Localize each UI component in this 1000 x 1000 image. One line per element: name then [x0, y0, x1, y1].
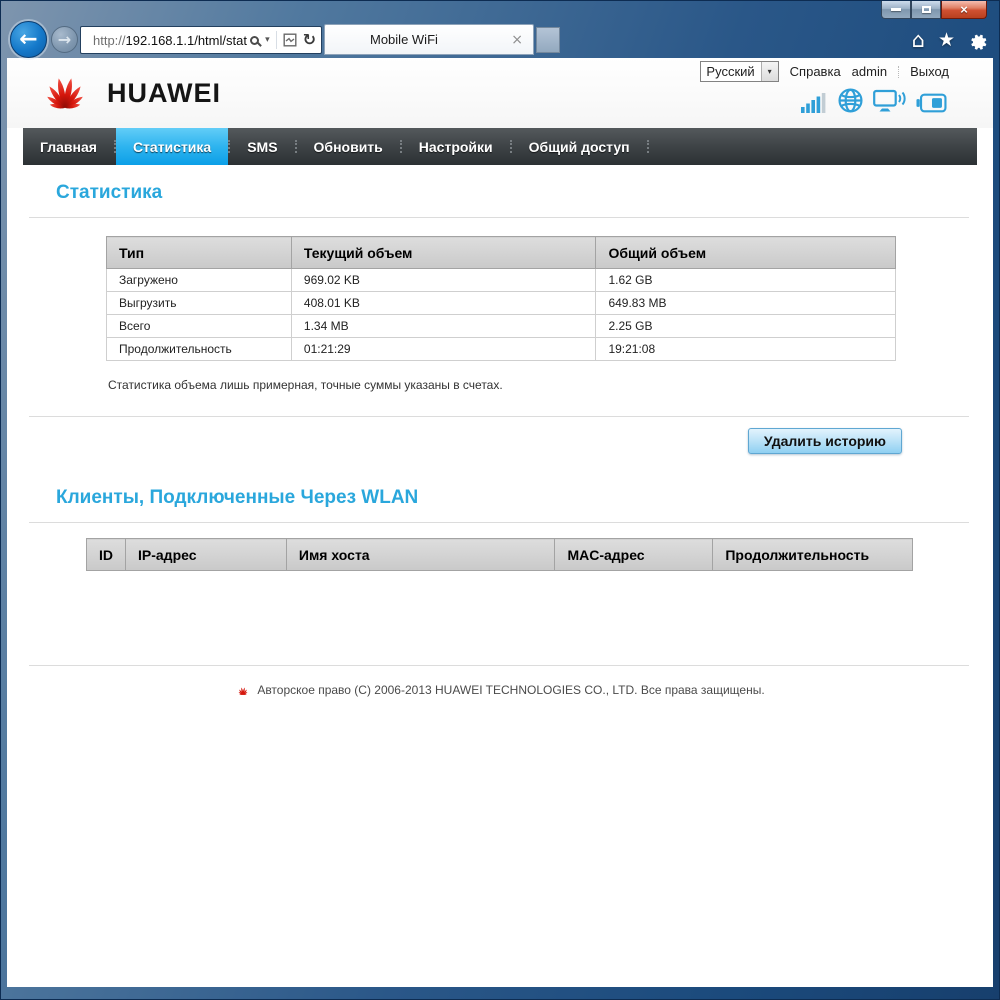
close-button[interactable]: ×	[941, 1, 987, 19]
address-bar-icons: ▾ ↻	[250, 31, 316, 49]
nav-item-sms[interactable]: SMS	[230, 128, 294, 165]
cell-total: 649.83 MB	[595, 291, 896, 315]
cell-label: Выгрузить	[106, 291, 292, 315]
cell-current: 1.34 MB	[290, 314, 597, 338]
divider	[898, 65, 900, 78]
nav-item-sharing[interactable]: Общий доступ	[512, 128, 647, 165]
divider	[29, 416, 969, 417]
table-header-row: ID IP-адрес Имя хоста MAC-адрес Продолжи…	[86, 538, 913, 571]
cell-total: 1.62 GB	[595, 268, 896, 292]
user-name[interactable]: admin	[852, 64, 887, 79]
battery-icon	[916, 93, 947, 113]
clients-section-title: Клиенты, Подключенные Через WLAN	[56, 487, 419, 508]
back-arrow-icon: ←	[19, 27, 38, 52]
logout-link[interactable]: Выход	[910, 64, 949, 79]
minimize-icon	[891, 8, 901, 11]
new-tab-button[interactable]	[536, 27, 560, 53]
window-controls: ×	[881, 1, 987, 19]
huawei-flower-icon	[238, 686, 248, 695]
browser-window: × ← → http://192.168.1.1/html/stat ▾ ↻ M…	[0, 0, 1000, 1000]
url-prefix: http://	[93, 32, 126, 48]
site-header: HUAWEI Русский ▾ Справка admin Выход	[7, 58, 993, 128]
chevron-down-icon[interactable]: ▾	[265, 35, 270, 45]
divider	[29, 217, 969, 218]
clear-history-button[interactable]: Удалить историю	[747, 428, 902, 454]
table-row: Выгрузить 408.01 KB 649.83 MB	[106, 291, 896, 315]
cell-label: Всего	[106, 314, 292, 338]
forward-arrow-icon: →	[57, 30, 72, 49]
url-host-path: 192.168.1.1/html/stat	[125, 32, 247, 48]
col-header-total: Общий объем	[595, 236, 896, 269]
footer: Авторское право (C) 2006-2013 HUAWEI TEC…	[7, 683, 993, 697]
huawei-logo: HUAWEI	[33, 67, 221, 114]
maximize-button[interactable]	[911, 1, 941, 19]
statistics-table: Тип Текущий объем Общий объем Загружено …	[106, 236, 896, 361]
wifi-clients-icon	[873, 89, 906, 112]
statistics-note: Статистика объема лишь примерная, точные…	[108, 378, 503, 392]
divider	[29, 665, 969, 666]
cell-total: 2.25 GB	[595, 314, 896, 338]
refresh-icon[interactable]: ↻	[303, 32, 316, 48]
browser-action-icons: ⌂ ★	[912, 28, 987, 52]
col-header-ip: IP-адрес	[125, 538, 287, 571]
nav-item-update[interactable]: Обновить	[297, 128, 400, 165]
cell-total: 19:21:08	[595, 337, 896, 361]
tab-close-icon[interactable]: ×	[501, 32, 533, 48]
divider	[29, 522, 969, 523]
copyright-text: Авторское право (C) 2006-2013 HUAWEI TEC…	[257, 683, 765, 697]
signal-strength-icon	[801, 93, 826, 113]
url-text[interactable]: http://192.168.1.1/html/stat	[93, 33, 250, 48]
nav-item-settings[interactable]: Настройки	[402, 128, 510, 165]
select-arrow-icon: ▾	[760, 62, 778, 81]
language-selected: Русский	[706, 64, 755, 79]
home-icon[interactable]: ⌂	[912, 28, 925, 52]
clients-table: ID IP-адрес Имя хоста MAC-адрес Продолжи…	[86, 538, 913, 571]
address-bar[interactable]: http://192.168.1.1/html/stat ▾ ↻	[80, 26, 322, 54]
status-icons	[801, 88, 947, 113]
cell-current: 969.02 KB	[290, 268, 597, 292]
table-header-row: Тип Текущий объем Общий объем	[106, 236, 896, 269]
tab-title: Mobile WiFi	[370, 32, 438, 47]
button-row: Удалить историю	[7, 428, 993, 454]
minimize-button[interactable]	[881, 1, 911, 19]
forward-button[interactable]: →	[51, 26, 78, 53]
back-button[interactable]: ←	[10, 21, 47, 58]
table-row: Продолжительность 01:21:29 19:21:08	[106, 337, 896, 361]
col-header-mac: MAC-адрес	[554, 538, 714, 571]
col-header-type: Тип	[106, 236, 292, 269]
col-header-hostname: Имя хоста	[285, 538, 556, 571]
page-title: Статистика	[56, 182, 163, 203]
page-content: HUAWEI Русский ▾ Справка admin Выход Гла…	[7, 58, 993, 987]
divider	[275, 31, 277, 49]
col-header-current: Текущий объем	[290, 236, 597, 269]
brand-text: HUAWEI	[107, 78, 221, 108]
table-row: Загружено 969.02 KB 1.62 GB	[106, 268, 896, 292]
browser-tab[interactable]: Mobile WiFi ×	[324, 24, 534, 55]
star-icon[interactable]: ★	[938, 29, 955, 51]
search-icon[interactable]	[250, 35, 260, 45]
cell-current: 01:21:29	[290, 337, 597, 361]
col-header-id: ID	[86, 538, 126, 571]
cell-label: Продолжительность	[106, 337, 292, 361]
close-icon: ×	[960, 2, 968, 17]
huawei-flower-icon	[47, 78, 83, 109]
cell-current: 408.01 KB	[290, 291, 597, 315]
col-header-duration: Продолжительность	[712, 538, 913, 571]
divider	[646, 140, 649, 153]
nav-item-home[interactable]: Главная	[23, 128, 114, 165]
help-link[interactable]: Справка	[790, 64, 841, 79]
network-globe-icon	[838, 88, 863, 113]
compatibility-view-icon[interactable]	[283, 33, 297, 47]
top-links: Русский ▾ Справка admin Выход	[700, 61, 949, 82]
maximize-icon	[921, 6, 931, 13]
gear-icon[interactable]	[968, 31, 987, 50]
language-select[interactable]: Русский ▾	[700, 61, 779, 82]
nav-item-statistics[interactable]: Статистика	[115, 128, 229, 165]
main-nav: Главная Статистика SMS Обновить Настройк…	[23, 128, 977, 165]
cell-label: Загружено	[106, 268, 292, 292]
table-row: Всего 1.34 MB 2.25 GB	[106, 314, 896, 338]
